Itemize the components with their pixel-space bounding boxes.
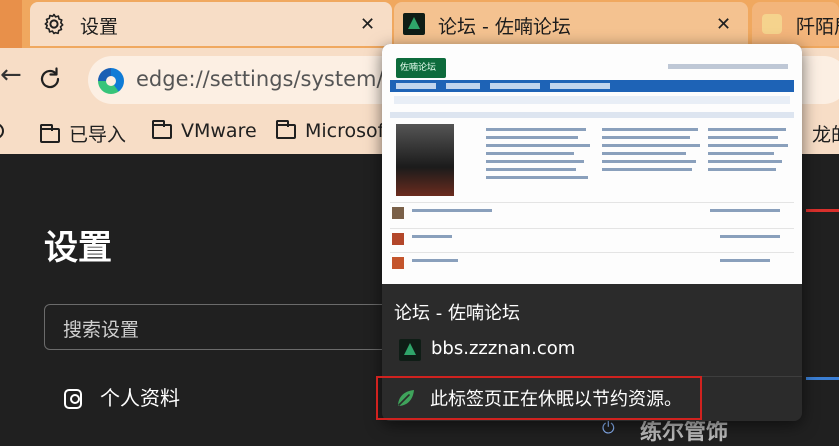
bookmark-label: 龙的 bbox=[812, 124, 839, 146]
bookmark-folder-microsoft[interactable]: Microsoft bbox=[276, 120, 391, 142]
hover-card-domain: bbs.zzznan.com bbox=[431, 338, 576, 359]
tab-previous-edge[interactable] bbox=[0, 0, 22, 48]
thumbnail-panel bbox=[390, 112, 794, 204]
page-title: 设置 bbox=[44, 228, 112, 268]
thumbnail-row bbox=[390, 202, 794, 225]
bookmark-label: VMware bbox=[181, 120, 257, 142]
thumbnail-poster bbox=[396, 124, 454, 196]
tab-close-icon[interactable]: ✕ bbox=[360, 14, 375, 35]
search-placeholder: 搜索设置 bbox=[63, 319, 140, 341]
reload-icon[interactable] bbox=[36, 65, 64, 93]
folder-icon bbox=[40, 124, 60, 143]
bookmark-folder-imported[interactable]: 已导入 bbox=[40, 120, 126, 147]
sleeping-tab-message: 此标签页正在休眠以节约资源。 bbox=[430, 389, 682, 410]
thumbnail-breadcrumb bbox=[394, 96, 790, 104]
hover-card-title: 论坛 - 佐喃论坛 bbox=[394, 303, 520, 324]
forum-favicon-icon bbox=[403, 13, 425, 35]
accent-line-red bbox=[806, 209, 839, 212]
tab-forum-title: 论坛 - 佐喃论坛 bbox=[438, 16, 571, 38]
thumbnail-links bbox=[668, 64, 788, 69]
tab-forum[interactable]: 论坛 - 佐喃论坛 ✕ bbox=[394, 2, 748, 46]
profile-icon bbox=[64, 389, 82, 409]
tab-hover-card: 佐喃论坛 论坛 - 佐喃论坛 bbs.zzznan.com bbox=[382, 44, 802, 421]
back-arrow-icon[interactable]: ← bbox=[0, 60, 22, 90]
thumbnail-logo-text: 佐喃论坛 bbox=[400, 63, 437, 73]
tab-strip: 设置 ✕ 论坛 - 佐喃论坛 ✕ 阡陌居 bbox=[0, 0, 839, 48]
thumbnail-nav bbox=[390, 80, 794, 92]
edge-logo-icon bbox=[98, 68, 124, 94]
leaf-icon bbox=[398, 390, 414, 406]
tab-settings[interactable]: 设置 ✕ bbox=[30, 2, 392, 46]
search-input[interactable]: 搜索设置 bbox=[44, 304, 404, 350]
site-favicon-icon bbox=[762, 14, 782, 34]
bookmark-label: 已导入 bbox=[69, 124, 127, 146]
bookmark-fragment-icon[interactable] bbox=[0, 123, 4, 139]
sidebar-item-profile[interactable]: 个人资料 bbox=[64, 382, 180, 411]
bookmark-folder-long[interactable]: 龙的 bbox=[812, 120, 839, 147]
sidebar-item-label: 个人资料 bbox=[100, 386, 180, 410]
tab-third-title: 阡陌居 bbox=[796, 16, 839, 38]
thumbnail-row bbox=[390, 252, 794, 275]
tab-third[interactable]: 阡陌居 bbox=[752, 2, 839, 46]
folder-icon bbox=[276, 120, 296, 139]
tab-close-icon[interactable]: ✕ bbox=[716, 14, 731, 35]
gear-icon bbox=[44, 13, 64, 35]
forum-favicon-icon bbox=[399, 339, 421, 361]
bookmark-folder-vmware[interactable]: VMware bbox=[152, 120, 257, 142]
folder-icon bbox=[152, 120, 172, 139]
thumbnail-row bbox=[390, 228, 794, 251]
thumbnail-header: 佐喃论坛 bbox=[390, 50, 794, 80]
accent-line-blue bbox=[806, 377, 839, 380]
power-icon: ⏻ bbox=[602, 418, 615, 437]
page-thumbnail: 佐喃论坛 bbox=[382, 44, 802, 284]
bookmark-label: Microsoft bbox=[305, 120, 392, 142]
tab-settings-title: 设置 bbox=[80, 16, 119, 38]
address-url[interactable]: edge://settings/system/ma bbox=[136, 67, 417, 91]
